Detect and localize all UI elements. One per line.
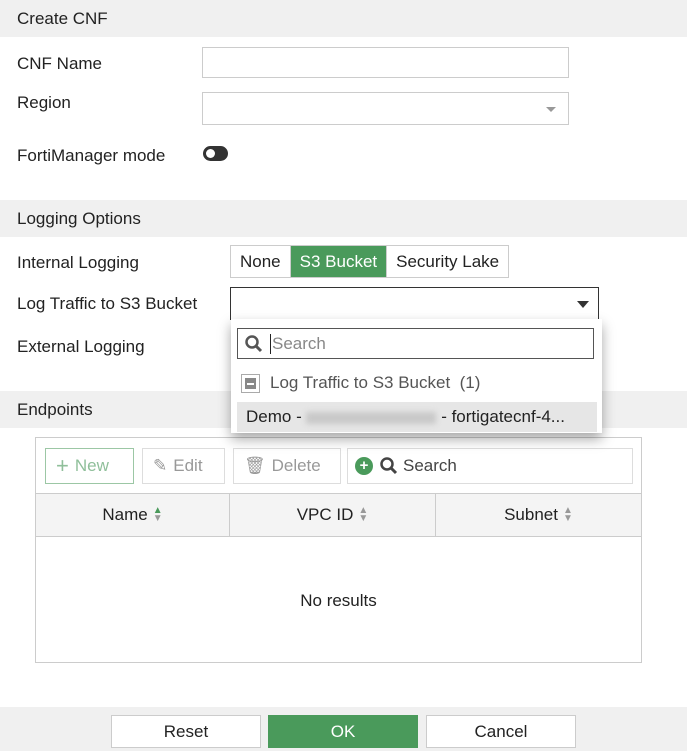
column-name[interactable]: Name ▲ ▼ <box>36 494 230 536</box>
option-s3-bucket[interactable]: S3 Bucket <box>289 246 388 277</box>
collapse-icon[interactable] <box>241 373 260 393</box>
s3-bucket-select[interactable] <box>230 287 599 320</box>
region-label: Region <box>17 93 71 112</box>
new-label: New <box>74 456 109 475</box>
section-logging: Logging Options <box>0 200 687 237</box>
search-icon <box>380 457 398 475</box>
search-placeholder: Search <box>270 333 326 354</box>
new-button[interactable]: + New <box>45 448 134 484</box>
internal-logging-label: Internal Logging <box>17 253 139 272</box>
group-label: Log Traffic to S3 Bucket <box>270 373 451 392</box>
empty-message: No results <box>300 591 377 610</box>
dropdown-search-input[interactable]: Search <box>237 328 594 359</box>
fortimanager-label: FortiManager mode <box>17 146 166 165</box>
cnf-name-label: CNF Name <box>17 54 103 73</box>
endpoints-table: + New ✎ Edit 🗑 Delete + Search Name ▲ ▼ VPC I… <box>35 437 642 663</box>
sort-icon: ▲ ▼ <box>358 505 369 524</box>
option-none[interactable]: None <box>231 246 290 277</box>
reset-button[interactable]: Reset <box>111 715 261 748</box>
section-create-cnf: Create CNF <box>0 0 687 37</box>
option-security-lake[interactable]: Security Lake <box>387 246 508 277</box>
column-vpc-id[interactable]: VPC ID ▲ ▼ <box>230 494 436 536</box>
table-search-input[interactable]: + Search <box>347 448 633 484</box>
cancel-button[interactable]: Cancel <box>426 715 576 748</box>
ok-button[interactable]: OK <box>268 715 418 748</box>
chevron-down-icon <box>546 107 556 112</box>
region-select[interactable] <box>202 92 569 125</box>
s3-dropdown: Search Log Traffic to S3 Bucket (1) Demo… <box>231 319 602 433</box>
sort-icon: ▲ ▼ <box>562 505 573 524</box>
delete-button[interactable]: 🗑 Delete <box>233 448 341 484</box>
search-icon <box>245 334 263 352</box>
column-label: VPC ID <box>296 505 354 524</box>
option-group[interactable]: Log Traffic to S3 Bucket (1) <box>241 373 480 393</box>
group-count: (1) <box>459 373 481 392</box>
s3-label: Log Traffic to S3 Bucket <box>17 294 198 313</box>
edit-button[interactable]: ✎ Edit <box>142 448 225 484</box>
edit-label: Edit <box>173 456 203 475</box>
trash-icon: 🗑 <box>244 456 266 475</box>
column-subnet[interactable]: Subnet ▲ ▼ <box>436 494 641 536</box>
dropdown-option[interactable]: Demo - - fortigatecnf-4... <box>237 402 597 432</box>
option-suffix: - fortigatecnf-4... <box>441 407 565 426</box>
search-placeholder: Search <box>403 456 457 475</box>
redacted-id <box>306 411 437 424</box>
internal-logging-segmented: None S3 Bucket Security Lake <box>230 245 510 278</box>
external-logging-label: External Logging <box>17 337 145 356</box>
add-filter-icon[interactable]: + <box>355 457 373 475</box>
chevron-down-icon <box>577 301 589 308</box>
delete-label: Delete <box>271 456 321 475</box>
sort-icon: ▲ ▼ <box>152 505 163 524</box>
table-header: Name ▲ ▼ VPC ID ▲ ▼ Subnet ▲ ▼ <box>36 493 641 537</box>
column-label: Subnet <box>504 505 558 524</box>
option-prefix: Demo - <box>246 407 302 426</box>
cnf-name-input[interactable] <box>202 47 569 78</box>
pencil-icon: ✎ <box>153 456 168 475</box>
fortimanager-toggle[interactable] <box>203 146 228 161</box>
column-label: Name <box>102 505 148 524</box>
